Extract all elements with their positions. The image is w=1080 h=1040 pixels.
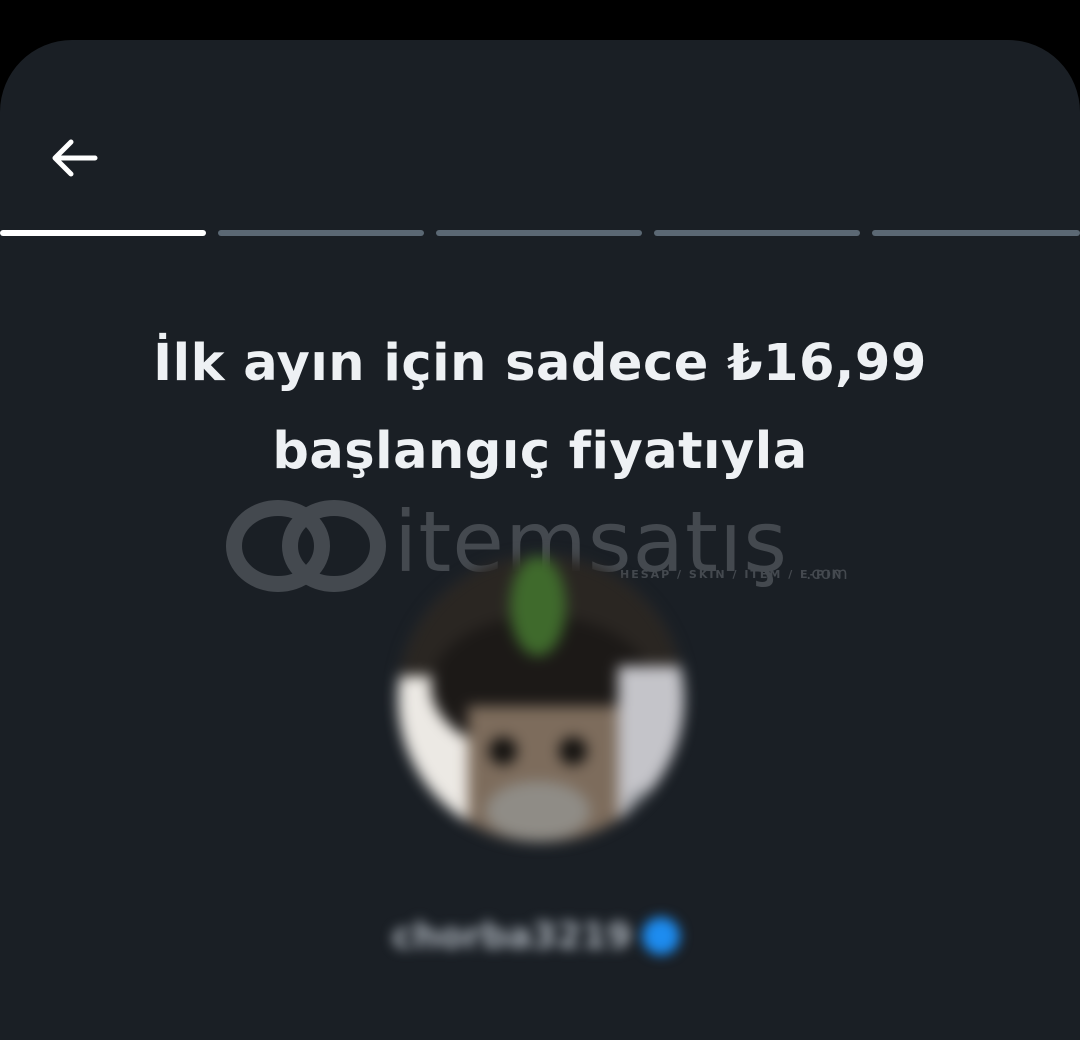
headline-line-1: İlk ayın için sadece ₺16,99 [153,334,927,393]
watermark-domain: .com [806,564,848,584]
avatar [398,556,684,842]
progress-segment-1 [0,230,206,236]
arrow-left-icon [52,139,98,177]
avatar-image [398,556,684,842]
progress-segment-3 [436,230,642,236]
watermark-logo-icon [226,500,386,592]
subscription-sheet: İlk ayın için sadece ₺16,99 başlangıç fi… [0,40,1080,1040]
verified-badge-icon [641,917,680,955]
headline-line-2: başlangıç fiyatıyla [272,422,808,481]
offer-headline: İlk ayın için sadece ₺16,99 başlangıç fi… [60,320,1020,496]
progress-segment-4 [654,230,860,236]
progress-segment-5 [872,230,1080,236]
progress-segment-2 [218,230,424,236]
step-progress [0,230,1080,238]
back-button[interactable] [38,128,108,188]
username: chorba3219 [392,915,632,957]
profile-row: chorba3219 [392,906,680,966]
